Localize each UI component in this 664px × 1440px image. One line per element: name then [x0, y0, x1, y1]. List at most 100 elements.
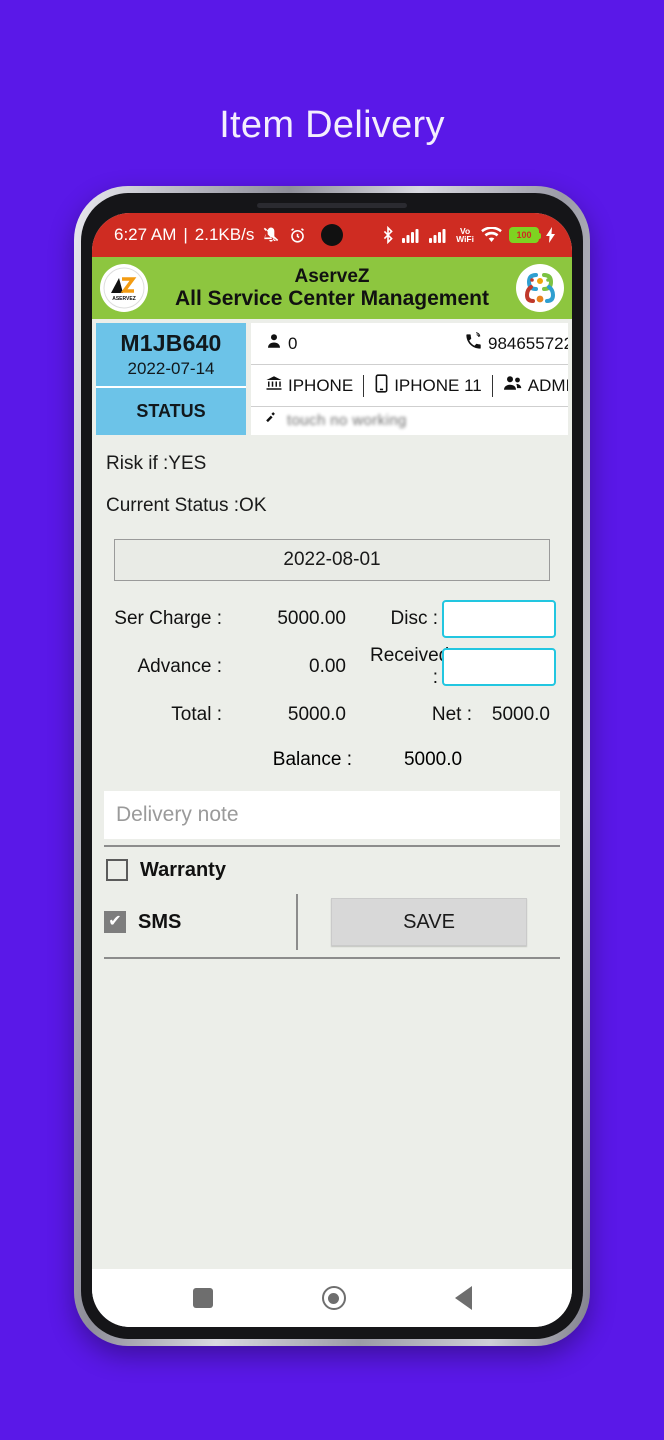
battery-icon: 100 — [509, 227, 541, 243]
colorful-app-logo-icon[interactable] — [516, 264, 564, 312]
complaint-row: touch no working — [251, 407, 568, 433]
back-triangle-icon[interactable] — [454, 1286, 472, 1310]
sms-checkbox[interactable]: ✔ — [104, 911, 126, 933]
android-navigation-bar — [92, 1269, 572, 1327]
signal-1-icon — [402, 227, 422, 243]
delivery-note-input[interactable] — [104, 791, 560, 839]
bluetooth-icon — [381, 226, 395, 244]
delivery-date-field[interactable]: 2022-08-01 — [114, 539, 550, 581]
brand-cell: IPHONE — [265, 374, 353, 397]
device-brand: IPHONE — [288, 375, 354, 395]
net-label: Net : — [431, 704, 472, 725]
device-model: IPHONE 11 — [394, 375, 482, 395]
aservez-logo-icon: ASERVEZ — [100, 264, 148, 312]
wifi-icon — [481, 227, 502, 243]
phone-bezel: 6:27 AM | 2.1KB/s Vo WiFi 100 ASERVEZ As… — [81, 193, 583, 1339]
vowifi-line-2: WiFi — [456, 234, 474, 244]
status-button[interactable]: STATUS — [96, 388, 246, 435]
sms-label: SMS — [138, 910, 182, 933]
delivery-date-value: 2022-08-01 — [283, 549, 381, 570]
job-id-block: M1JB640 2022-07-14 — [96, 323, 246, 389]
recents-square-icon[interactable] — [192, 1288, 213, 1308]
signal-2-icon — [429, 227, 449, 243]
mute-icon — [261, 225, 281, 245]
assignee-name: ADMIN — [527, 375, 568, 395]
status-bar-separator: | — [183, 225, 188, 244]
sms-save-row: ✔ SMS SAVE — [104, 893, 560, 951]
disc-input-wrap — [442, 600, 556, 638]
total-value: 5000.0 — [287, 704, 346, 725]
tools-icon — [265, 410, 279, 430]
warranty-row[interactable]: Warranty — [92, 847, 572, 893]
customer-cell: 0 — [265, 332, 297, 355]
person-icon — [265, 332, 283, 355]
device-info-row: IPHONE IPHONE 11 ADMI — [251, 365, 568, 407]
app-bar-titles: AserveZ All Service Center Management — [148, 266, 516, 311]
received-input-wrap — [442, 648, 556, 686]
assignee-cell: ADMIN — [503, 374, 568, 397]
page-title: Item Delivery — [219, 104, 445, 146]
balance-label: Balance : — [272, 749, 352, 770]
disc-label: Disc : — [390, 608, 439, 629]
current-status-label: Current Status :OK — [106, 495, 267, 516]
job-date: 2022-07-14 — [127, 359, 215, 379]
app-subtitle: All Service Center Management — [175, 286, 489, 310]
save-area: SAVE — [298, 898, 560, 946]
phone-cell[interactable]: 9846557222 — [464, 331, 568, 356]
total-label: Total : — [171, 704, 222, 725]
balance-value: 5000.0 — [403, 749, 463, 770]
home-circle-icon[interactable] — [321, 1286, 346, 1310]
received-input[interactable] — [442, 648, 556, 686]
customer-phone: 9846557222 — [487, 333, 568, 353]
customer-count: 0 — [288, 333, 298, 353]
save-button[interactable]: SAVE — [331, 898, 527, 946]
earpiece-speaker — [257, 203, 407, 208]
sms-row[interactable]: ✔ SMS — [104, 893, 296, 951]
people-icon — [503, 374, 523, 397]
customer-contact-row: 0 9846557222 — [251, 323, 568, 365]
job-details-panel: 0 9846557222 — [251, 323, 568, 435]
status-bar-datarate: 2.1KB/s — [194, 225, 255, 244]
complaint-text: touch no working — [287, 411, 407, 429]
app-bar: ASERVEZ AserveZ All Service Center Manag… — [92, 257, 572, 319]
warranty-checkbox[interactable] — [106, 859, 128, 881]
delivery-form: Risk if :YES Current Status :OK 2022-08-… — [92, 435, 572, 1269]
job-id-panel[interactable]: M1JB640 2022-07-14 STATUS — [96, 323, 246, 435]
model-cell: IPHONE 11 — [374, 373, 482, 398]
divider — [491, 374, 493, 397]
phone-screen: 6:27 AM | 2.1KB/s Vo WiFi 100 ASERVEZ As… — [92, 213, 572, 1327]
mobile-phone-icon — [374, 373, 389, 398]
delivery-note-wrap — [104, 791, 560, 839]
divider — [363, 374, 365, 397]
received-label: Received : — [370, 645, 450, 688]
advance-row: Advance : 0.00 Received : — [104, 643, 560, 691]
svg-text:ASERVEZ: ASERVEZ — [112, 296, 136, 302]
vowifi-icon: Vo WiFi — [456, 226, 474, 244]
job-summary-card[interactable]: M1JB640 2022-07-14 STATUS 0 98465572 IPH… — [96, 323, 568, 435]
service-charge-row: Ser Charge : 5000.00 Disc : — [104, 595, 560, 643]
battery-level-text: 100 — [516, 230, 532, 240]
phone-call-icon — [464, 331, 483, 356]
warranty-label: Warranty — [140, 858, 226, 881]
ser-charge-label: Ser Charge : — [114, 608, 222, 629]
bank-icon — [265, 374, 283, 397]
bottom-divider — [104, 957, 560, 959]
amounts-section: Ser Charge : 5000.00 Disc : Advance : 0.… — [104, 595, 560, 781]
job-id: M1JB640 — [120, 330, 222, 357]
disc-input[interactable] — [442, 600, 556, 638]
ser-charge-value: 5000.00 — [277, 608, 346, 629]
alarm-icon — [288, 226, 307, 245]
balance-row: Balance : 5000.0 — [104, 739, 560, 781]
status-bar-time: 6:27 AM — [114, 225, 177, 244]
app-title: AserveZ — [294, 265, 370, 287]
advance-value: 0.00 — [309, 656, 346, 677]
advance-label: Advance : — [137, 656, 223, 677]
risk-label: Risk if :YES — [106, 453, 207, 474]
net-value: 5000.0 — [491, 704, 550, 725]
check-icon: ✔ — [108, 913, 122, 930]
status-bar: 6:27 AM | 2.1KB/s Vo WiFi 100 — [92, 213, 572, 257]
charging-icon — [546, 227, 556, 243]
phone-device-frame: 6:27 AM | 2.1KB/s Vo WiFi 100 ASERVEZ As… — [74, 186, 590, 1346]
front-camera-punch-hole — [321, 224, 343, 246]
total-net-row: Total : 5000.0 Net : 5000.0 — [104, 691, 560, 739]
